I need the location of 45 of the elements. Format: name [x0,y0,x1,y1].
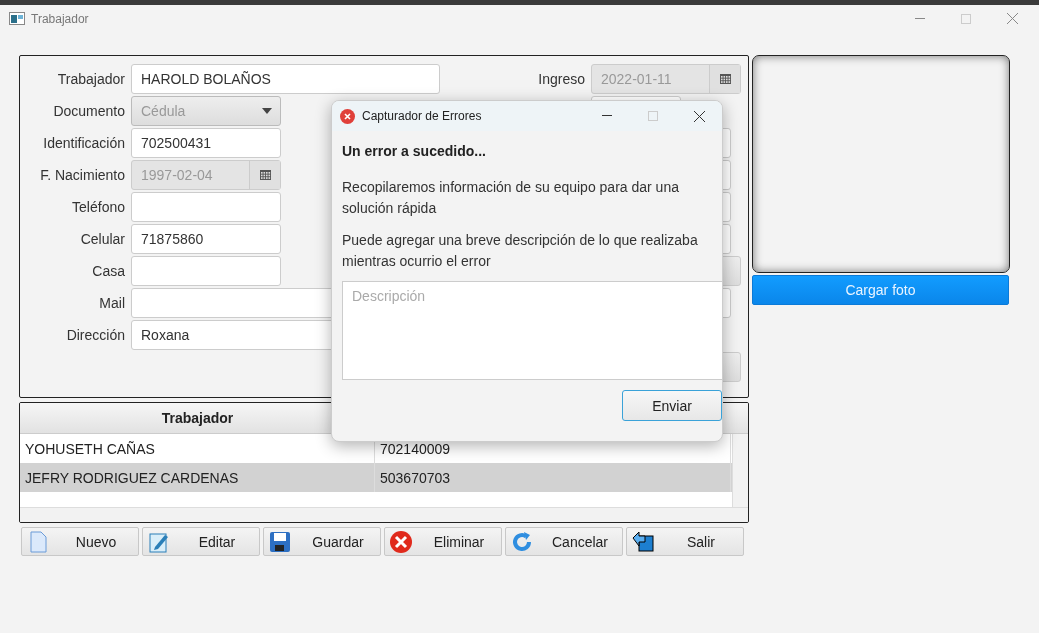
caret-icon [262,108,272,114]
field-label: Documento [52,103,125,119]
field-label: Teléfono [71,199,125,215]
field-label: Casa [91,263,125,279]
text-field[interactable]: HAROLD BOLAÑOS [131,64,440,94]
window-icon [9,12,25,25]
table-cell: JEFRY RODRIGUEZ CARDENAS [20,463,375,492]
toolbar-button[interactable]: Editar [142,527,260,556]
description-field[interactable]: Descripción [342,281,722,380]
field-label: Trabajador [56,71,125,87]
text-field[interactable] [131,192,281,222]
calendar-icon [719,74,731,84]
toolbar-button[interactable]: Eliminar [384,527,502,556]
field-label: F. Nacimiento [39,167,125,183]
field-label: Identificación [42,135,125,151]
toolbar-button[interactable]: Salir [626,527,744,556]
maximize-icon[interactable] [961,13,971,24]
dialog-heading: Un error a sucedido... [342,143,487,159]
field-label: Ingreso [537,71,585,87]
send-button[interactable]: Enviar [622,390,722,421]
field-label: Celular [79,231,125,247]
dialog-title: Capturador de Errores [362,109,482,123]
vertical-scrollbar[interactable] [732,434,748,507]
field-label: Mail [98,295,125,311]
field-label: Dirección [65,327,125,343]
text-field[interactable]: 71875860 [131,224,281,254]
dialog-text: Recopilaremos información de su equipo para dar una solución rápida [342,178,680,218]
maximize-icon[interactable] [648,111,658,121]
delete-icon [389,529,413,554]
window-title: Trabajador [31,11,89,26]
text-field[interactable] [131,256,281,286]
table-row[interactable]: JEFRY RODRIGUEZ CARDENAS 503670703 [20,463,732,492]
error-icon [340,108,355,124]
toolbar-button[interactable]: Cancelar [505,527,623,556]
table-cell: 503670703 [375,463,731,492]
minimize-icon[interactable] [602,115,612,117]
refresh-icon [510,529,534,554]
toolbar-button[interactable]: Guardar [263,527,381,556]
horizontal-scrollbar[interactable] [20,507,748,522]
exit-icon [631,529,655,554]
toolbar-button[interactable]: Nuevo [21,527,139,556]
close-icon[interactable] [693,110,705,122]
text-field[interactable]: 702500431 [131,128,281,158]
calendar-icon [259,170,271,180]
dialog-text: Puede agregar una breve descripción de lo que realizaba mientras ocurrio el error [342,231,699,271]
